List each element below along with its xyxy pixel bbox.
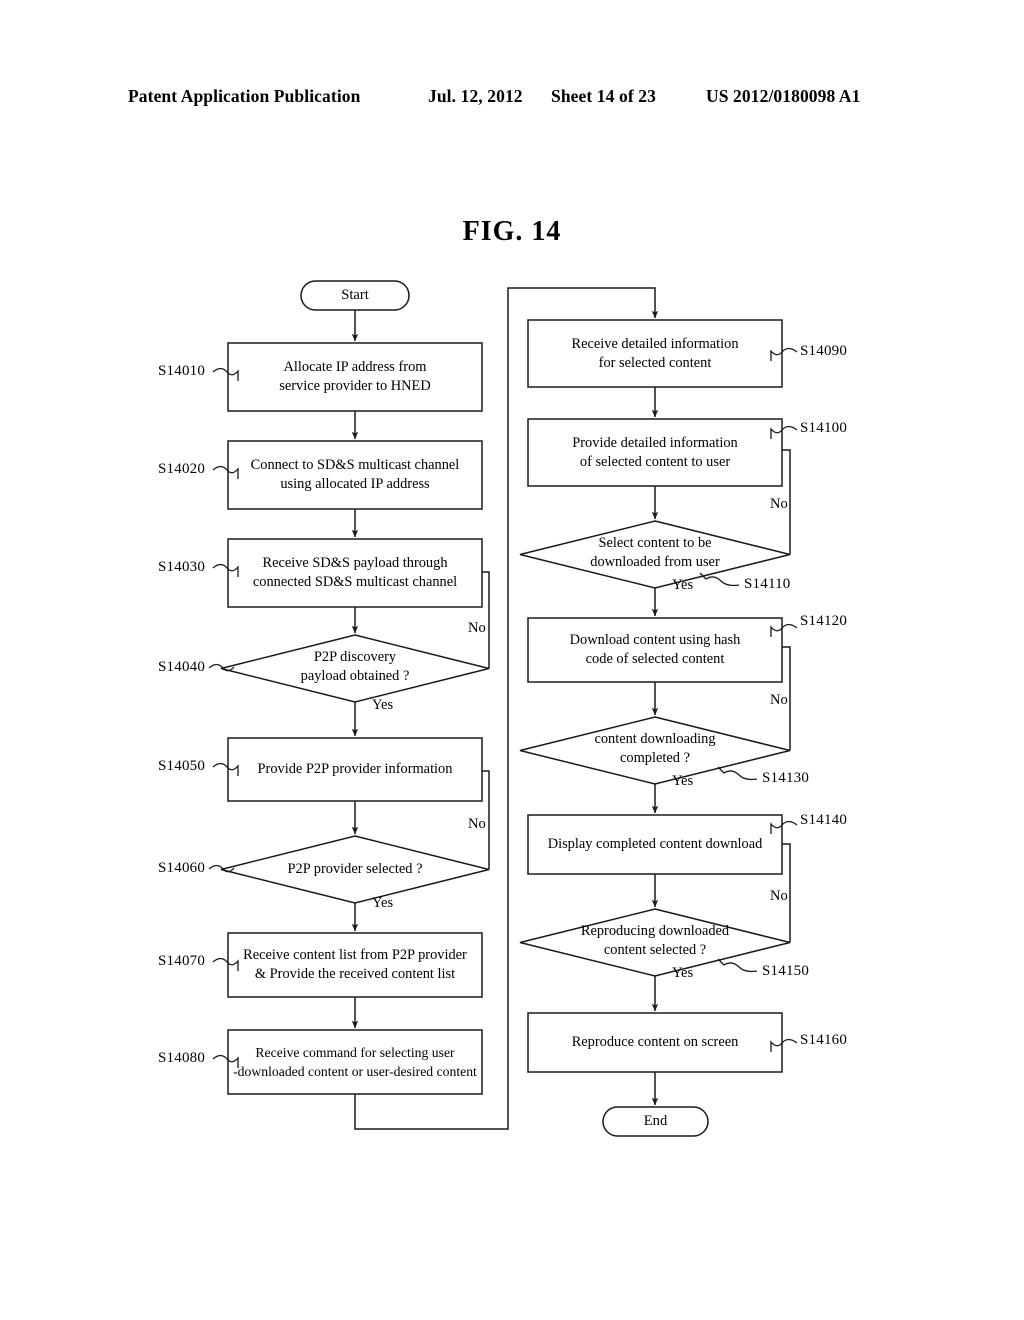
branch-label-s14150-no: No [770,888,788,904]
branch-label-s14150-yes: Yes [672,965,694,981]
step-ref-s14150: S14150 [762,963,810,979]
branch-label-s14130-no: No [770,692,788,708]
node-s14010 [227,342,483,412]
node-s14040 [220,634,490,703]
step-ref-s14020: S14020 [158,461,206,477]
node-s14020 [227,440,483,510]
node-s14060 [220,835,490,904]
node-s14070 [227,932,483,998]
step-ref-s14120: S14120 [800,613,848,629]
branch-label-s14110-no: No [770,496,788,512]
node-start [300,280,410,311]
node-s14050 [227,737,483,802]
step-ref-s14050: S14050 [158,758,206,774]
branch-label-s14040-no: No [468,620,486,636]
step-ref-s14070: S14070 [158,953,206,969]
node-s14160 [527,1012,783,1073]
node-s14130 [519,716,791,785]
branch-label-s14060-yes: Yes [372,895,394,911]
leader-s14150 [717,958,758,973]
step-ref-s14160: S14160 [800,1032,848,1048]
step-ref-s14140: S14140 [800,812,848,828]
step-ref-s14060: S14060 [158,860,206,876]
step-ref-s14040: S14040 [158,659,206,675]
branch-label-s14110-yes: Yes [672,577,694,593]
node-s14150 [519,908,791,977]
branch-label-s14130-yes: Yes [672,773,694,789]
edge-s14080-to-s14090-connector [354,287,659,1130]
step-ref-s14030: S14030 [158,559,206,575]
flowchart: Start Allocate IP address from service p… [0,0,1024,1320]
node-s14140 [527,814,783,875]
node-end [602,1106,709,1137]
node-s14090 [527,319,783,388]
step-ref-s14110: S14110 [744,576,791,592]
step-ref-s14100: S14100 [800,420,848,436]
step-ref-s14130: S14130 [762,770,810,786]
step-ref-s14080: S14080 [158,1050,206,1066]
node-s14030 [227,538,483,608]
node-s14120 [527,617,783,683]
node-s14080 [227,1029,483,1095]
node-s14100 [527,418,783,487]
step-ref-s14090: S14090 [800,343,848,359]
step-ref-s14010: S14010 [158,363,206,379]
branch-label-s14060-no: No [468,816,486,832]
branch-label-s14040-yes: Yes [372,697,394,713]
leader-s14130 [717,766,758,781]
flowchart-svg [208,280,798,1137]
